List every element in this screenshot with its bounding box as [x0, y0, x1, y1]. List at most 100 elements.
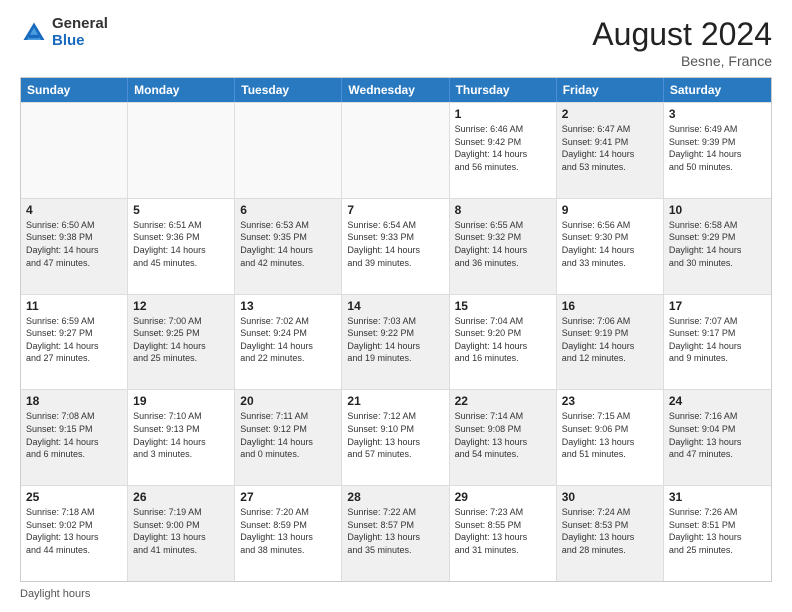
calendar-cell: 8 Sunrise: 6:55 AM Sunset: 9:32 PM Daylig… — [450, 199, 557, 294]
calendar-cell — [21, 103, 128, 198]
calendar-cell: 7Sunrise: 6:54 AM Sunset: 9:33 PM Daylig… — [342, 199, 449, 294]
day-number: 26 — [133, 490, 229, 504]
page: GeneralBlue August 2024 Besne, France Su… — [0, 0, 792, 612]
calendar-cell — [342, 103, 449, 198]
day-number: 9 — [562, 203, 658, 217]
day-number: 15 — [455, 299, 551, 313]
month-year: August 2024 — [592, 16, 772, 53]
logo-blue: Blue — [52, 32, 85, 49]
cell-info: Sunrise: 6:59 AM Sunset: 9:27 PM Dayligh… — [26, 315, 122, 365]
calendar-cell: 31 Sunrise: 7:26 AM Sunset: 8:51 PM Dayli… — [664, 486, 771, 581]
calendar-header-sunday: Sunday — [21, 78, 128, 102]
cell-info: Sunrise: 7:14 AM Sunset: 9:08 PM Dayligh… — [455, 410, 551, 460]
calendar-cell: 14 Sunrise: 7:03 AM Sunset: 9:22 PM Dayli… — [342, 295, 449, 390]
cell-info: Sunrise: 7:10 AM Sunset: 9:13 PM Dayligh… — [133, 410, 229, 460]
logo-general: General — [52, 15, 108, 32]
day-number: 23 — [562, 394, 658, 408]
calendar-cell: 28Sunrise: 7:22 AM Sunset: 8:57 PM Dayli… — [342, 486, 449, 581]
calendar-cell: 15 Sunrise: 7:04 AM Sunset: 9:20 PM Dayli… — [450, 295, 557, 390]
cell-info: Sunrise: 7:07 AM Sunset: 9:17 PM Dayligh… — [669, 315, 766, 365]
footer: Daylight hours — [20, 588, 772, 600]
title-block: August 2024 Besne, France — [592, 16, 772, 69]
cell-info: Sunrise: 7:15 AM Sunset: 9:06 PM Dayligh… — [562, 410, 658, 460]
day-number: 17 — [669, 299, 766, 313]
cell-info: Sunrise: 7:22 AM Sunset: 8:57 PM Dayligh… — [347, 506, 443, 556]
cell-info: Sunrise: 7:11 AM Sunset: 9:12 PM Dayligh… — [240, 410, 336, 460]
day-number: 18 — [26, 394, 122, 408]
day-number: 11 — [26, 299, 122, 313]
cell-info: Sunrise: 7:24 AM Sunset: 8:53 PM Dayligh… — [562, 506, 658, 556]
cell-info: Sunrise: 6:46 AM Sunset: 9:42 PM Dayligh… — [455, 123, 551, 173]
calendar-cell: 4 Sunrise: 6:50 AM Sunset: 9:38 PM Daylig… — [21, 199, 128, 294]
day-number: 2 — [562, 107, 658, 121]
daylight-label: Daylight hours — [20, 588, 90, 600]
cell-info: Sunrise: 7:12 AM Sunset: 9:10 PM Dayligh… — [347, 410, 443, 460]
calendar-header-tuesday: Tuesday — [235, 78, 342, 102]
calendar-cell: 29Sunrise: 7:23 AM Sunset: 8:55 PM Dayli… — [450, 486, 557, 581]
cell-info: Sunrise: 6:53 AM Sunset: 9:35 PM Dayligh… — [240, 219, 336, 269]
day-number: 12 — [133, 299, 229, 313]
calendar-header-thursday: Thursday — [450, 78, 557, 102]
calendar-week-1: 4 Sunrise: 6:50 AM Sunset: 9:38 PM Daylig… — [21, 198, 771, 294]
header: GeneralBlue August 2024 Besne, France — [20, 16, 772, 69]
calendar: SundayMondayTuesdayWednesdayThursdayFrid… — [20, 77, 772, 582]
calendar-cell: 3Sunrise: 6:49 AM Sunset: 9:39 PM Daylig… — [664, 103, 771, 198]
day-number: 14 — [347, 299, 443, 313]
cell-info: Sunrise: 7:08 AM Sunset: 9:15 PM Dayligh… — [26, 410, 122, 460]
day-number: 19 — [133, 394, 229, 408]
day-number: 8 — [455, 203, 551, 217]
day-number: 30 — [562, 490, 658, 504]
day-number: 24 — [669, 394, 766, 408]
calendar-header: SundayMondayTuesdayWednesdayThursdayFrid… — [21, 78, 771, 102]
calendar-cell: 27 Sunrise: 7:20 AM Sunset: 8:59 PM Dayli… — [235, 486, 342, 581]
calendar-cell: 11 Sunrise: 6:59 AM Sunset: 9:27 PM Dayli… — [21, 295, 128, 390]
day-number: 16 — [562, 299, 658, 313]
cell-info: Sunrise: 7:26 AM Sunset: 8:51 PM Dayligh… — [669, 506, 766, 556]
calendar-cell: 17 Sunrise: 7:07 AM Sunset: 9:17 PM Dayli… — [664, 295, 771, 390]
cell-info: Sunrise: 6:58 AM Sunset: 9:29 PM Dayligh… — [669, 219, 766, 269]
day-number: 27 — [240, 490, 336, 504]
day-number: 21 — [347, 394, 443, 408]
day-number: 3 — [669, 107, 766, 121]
calendar-cell: 12Sunrise: 7:00 AM Sunset: 9:25 PM Dayli… — [128, 295, 235, 390]
cell-info: Sunrise: 7:02 AM Sunset: 9:24 PM Dayligh… — [240, 315, 336, 365]
day-number: 20 — [240, 394, 336, 408]
cell-info: Sunrise: 6:56 AM Sunset: 9:30 PM Dayligh… — [562, 219, 658, 269]
cell-info: Sunrise: 7:23 AM Sunset: 8:55 PM Dayligh… — [455, 506, 551, 556]
calendar-cell: 18 Sunrise: 7:08 AM Sunset: 9:15 PM Dayli… — [21, 390, 128, 485]
calendar-week-3: 18 Sunrise: 7:08 AM Sunset: 9:15 PM Dayli… — [21, 389, 771, 485]
calendar-cell: 26 Sunrise: 7:19 AM Sunset: 9:00 PM Dayli… — [128, 486, 235, 581]
day-number: 10 — [669, 203, 766, 217]
calendar-cell: 1 Sunrise: 6:46 AM Sunset: 9:42 PM Daylig… — [450, 103, 557, 198]
calendar-header-saturday: Saturday — [664, 78, 771, 102]
calendar-cell: 19 Sunrise: 7:10 AM Sunset: 9:13 PM Dayli… — [128, 390, 235, 485]
day-number: 31 — [669, 490, 766, 504]
calendar-cell: 5Sunrise: 6:51 AM Sunset: 9:36 PM Daylig… — [128, 199, 235, 294]
cell-info: Sunrise: 6:55 AM Sunset: 9:32 PM Dayligh… — [455, 219, 551, 269]
cell-info: Sunrise: 6:50 AM Sunset: 9:38 PM Dayligh… — [26, 219, 122, 269]
cell-info: Sunrise: 6:47 AM Sunset: 9:41 PM Dayligh… — [562, 123, 658, 173]
cell-info: Sunrise: 7:19 AM Sunset: 9:00 PM Dayligh… — [133, 506, 229, 556]
calendar-cell: 20 Sunrise: 7:11 AM Sunset: 9:12 PM Dayli… — [235, 390, 342, 485]
calendar-cell: 30 Sunrise: 7:24 AM Sunset: 8:53 PM Dayli… — [557, 486, 664, 581]
cell-info: Sunrise: 7:20 AM Sunset: 8:59 PM Dayligh… — [240, 506, 336, 556]
calendar-header-friday: Friday — [557, 78, 664, 102]
logo: GeneralBlue — [20, 16, 108, 49]
calendar-cell: 25Sunrise: 7:18 AM Sunset: 9:02 PM Dayli… — [21, 486, 128, 581]
cell-info: Sunrise: 7:18 AM Sunset: 9:02 PM Dayligh… — [26, 506, 122, 556]
calendar-cell — [128, 103, 235, 198]
calendar-cell: 21 Sunrise: 7:12 AM Sunset: 9:10 PM Dayli… — [342, 390, 449, 485]
calendar-header-monday: Monday — [128, 78, 235, 102]
calendar-week-4: 25Sunrise: 7:18 AM Sunset: 9:02 PM Dayli… — [21, 485, 771, 581]
calendar-cell: 13Sunrise: 7:02 AM Sunset: 9:24 PM Dayli… — [235, 295, 342, 390]
calendar-cell: 16Sunrise: 7:06 AM Sunset: 9:19 PM Dayli… — [557, 295, 664, 390]
calendar-cell — [235, 103, 342, 198]
calendar-body: 1 Sunrise: 6:46 AM Sunset: 9:42 PM Daylig… — [21, 102, 771, 581]
day-number: 4 — [26, 203, 122, 217]
cell-info: Sunrise: 7:03 AM Sunset: 9:22 PM Dayligh… — [347, 315, 443, 365]
calendar-cell: 6Sunrise: 6:53 AM Sunset: 9:35 PM Daylig… — [235, 199, 342, 294]
day-number: 1 — [455, 107, 551, 121]
logo-text: GeneralBlue — [52, 16, 108, 49]
cell-info: Sunrise: 7:16 AM Sunset: 9:04 PM Dayligh… — [669, 410, 766, 460]
cell-info: Sunrise: 7:04 AM Sunset: 9:20 PM Dayligh… — [455, 315, 551, 365]
